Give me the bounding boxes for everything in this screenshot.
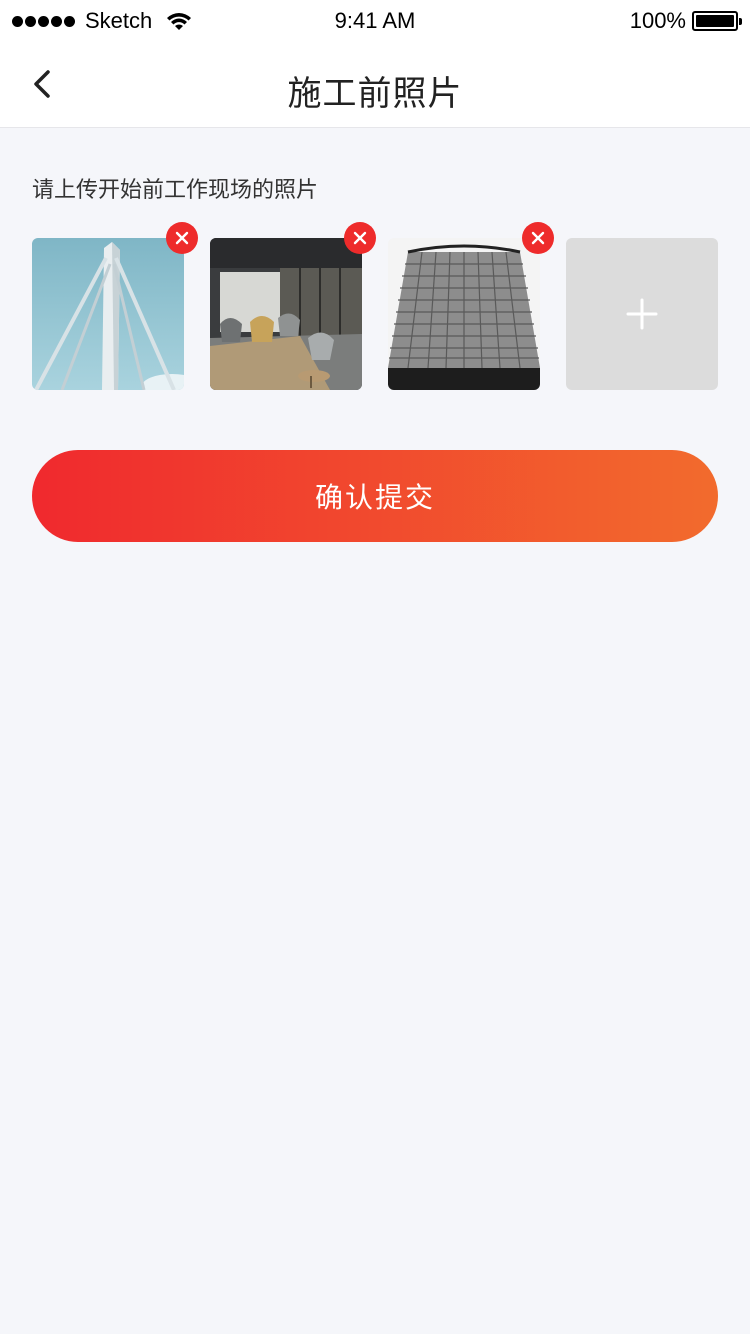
bridge-image — [32, 238, 184, 390]
office-image — [210, 238, 362, 390]
page-title: 施工前照片 — [287, 74, 463, 114]
navigation-bar: 施工前照片 — [0, 40, 750, 128]
status-right: 100% — [629, 8, 742, 34]
battery-percentage: 100% — [629, 8, 686, 33]
upload-instruction: 请上传开始前工作现场的照片 — [32, 178, 319, 203]
battery-icon — [692, 11, 742, 31]
remove-photo-button[interactable] — [344, 222, 376, 254]
skyscraper-image — [388, 238, 540, 390]
photo-thumbnail-office[interactable] — [210, 238, 362, 390]
add-photo-button[interactable] — [566, 238, 718, 390]
remove-photo-button[interactable] — [166, 222, 198, 254]
photo-grid — [32, 222, 718, 390]
photo-thumbnail-bridge[interactable] — [32, 238, 184, 390]
close-icon — [531, 231, 545, 245]
close-icon — [175, 231, 189, 245]
close-icon — [353, 231, 367, 245]
photo-item[interactable] — [32, 222, 198, 390]
photo-item[interactable] — [210, 222, 376, 390]
photo-item[interactable] — [388, 222, 554, 390]
photo-thumbnail-skyscraper[interactable] — [388, 238, 540, 390]
status-bar: Sketch 9:41 AM 100% — [0, 0, 750, 40]
plus-icon — [626, 298, 658, 330]
remove-photo-button[interactable] — [522, 222, 554, 254]
submit-button[interactable]: 确认提交 — [32, 450, 718, 542]
